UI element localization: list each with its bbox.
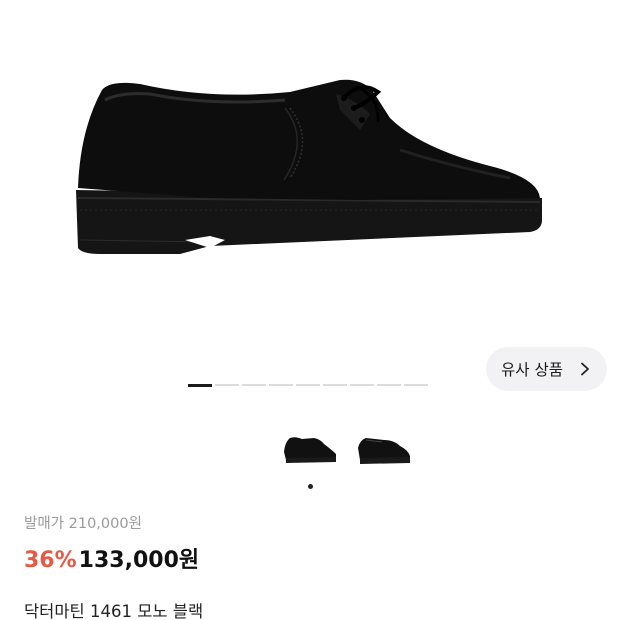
page-indicator-2[interactable] xyxy=(215,384,239,386)
page-indicator-9[interactable] xyxy=(404,384,428,386)
product-shoe-image xyxy=(76,79,542,254)
product-name: 닥터마틴 1461 모노 블랙 xyxy=(24,602,204,620)
original-price: 발매가 210,000원 xyxy=(24,516,142,532)
selected-thumbnail-dot xyxy=(308,484,313,489)
page-indicator-1[interactable] xyxy=(188,383,212,387)
thumbnail-1[interactable] xyxy=(280,430,340,470)
page-indicator-3[interactable] xyxy=(242,384,266,386)
chevron-right-icon xyxy=(581,362,589,376)
page-indicator-8[interactable] xyxy=(377,384,401,386)
product-image-carousel[interactable] xyxy=(0,0,620,400)
page-indicator-4[interactable] xyxy=(269,384,293,386)
similar-products-button[interactable]: 유사 상품 xyxy=(486,347,607,391)
page-indicator-5[interactable] xyxy=(296,384,320,386)
thumbnail-2[interactable] xyxy=(354,430,414,470)
sale-price: 133,000원 xyxy=(78,548,200,573)
price-row: 36% 133,000원 xyxy=(24,542,199,574)
discount-rate: 36% xyxy=(24,548,77,573)
page-indicator-7[interactable] xyxy=(350,384,374,386)
carousel-pagination xyxy=(188,383,428,387)
thumbnail-strip xyxy=(0,430,620,470)
page-indicator-6[interactable] xyxy=(323,384,347,386)
similar-products-label: 유사 상품 xyxy=(501,361,563,379)
